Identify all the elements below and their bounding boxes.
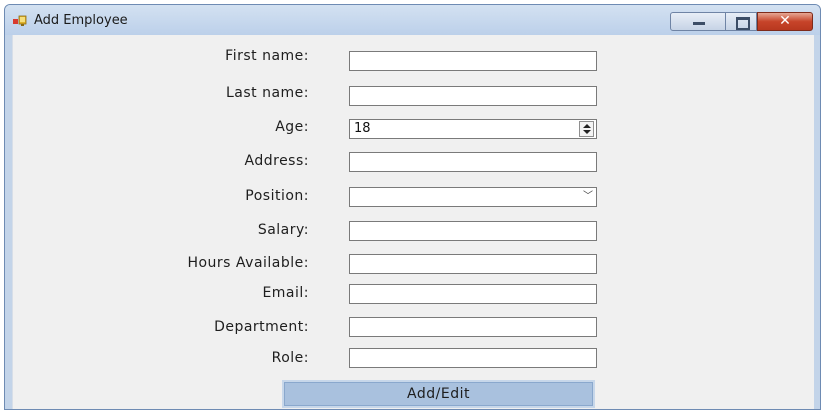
address-input[interactable] — [349, 152, 597, 172]
department-label: Department: — [214, 319, 309, 335]
close-button[interactable]: ✕ — [757, 12, 813, 31]
window-border — [12, 35, 13, 409]
spin-up-icon[interactable] — [583, 124, 591, 128]
window-title: Add Employee — [34, 13, 128, 28]
salary-input[interactable] — [349, 221, 597, 241]
age-label: Age: — [275, 119, 309, 135]
first-name-input[interactable] — [349, 51, 597, 71]
maximize-icon — [736, 17, 750, 30]
app-icon — [13, 15, 27, 26]
department-input[interactable] — [349, 317, 597, 337]
close-icon: ✕ — [779, 13, 791, 29]
position-label: Position: — [245, 188, 309, 204]
add-employee-window: Add Employee ✕ First name: Last name: Ag… — [4, 4, 821, 410]
chevron-down-icon[interactable]: ﹀ — [583, 192, 593, 202]
spin-down-icon[interactable] — [583, 130, 591, 134]
title-bar[interactable]: Add Employee ✕ — [5, 5, 820, 35]
age-numeric-input[interactable]: 18 — [349, 119, 597, 139]
form-area: First name: Last name: Age: 18 Address: … — [12, 35, 814, 409]
age-spin-buttons[interactable] — [579, 121, 594, 137]
hours-available-label: Hours Available: — [187, 255, 309, 271]
hours-available-input[interactable] — [349, 254, 597, 274]
last-name-label: Last name: — [225, 85, 309, 101]
position-combobox[interactable]: ﹀ — [349, 187, 597, 207]
age-value: 18 — [354, 121, 371, 136]
first-name-label: First name: — [225, 48, 309, 64]
role-input[interactable] — [349, 348, 597, 368]
address-label: Address: — [244, 153, 309, 169]
last-name-input[interactable] — [349, 86, 597, 106]
maximize-button[interactable] — [725, 12, 757, 31]
minimize-icon — [693, 22, 705, 25]
role-label: Role: — [271, 350, 309, 366]
email-label: Email: — [262, 285, 309, 301]
add-edit-button[interactable]: Add/Edit — [282, 380, 595, 408]
minimize-button[interactable] — [670, 12, 726, 31]
salary-label: Salary: — [257, 222, 309, 238]
email-input[interactable] — [349, 284, 597, 304]
